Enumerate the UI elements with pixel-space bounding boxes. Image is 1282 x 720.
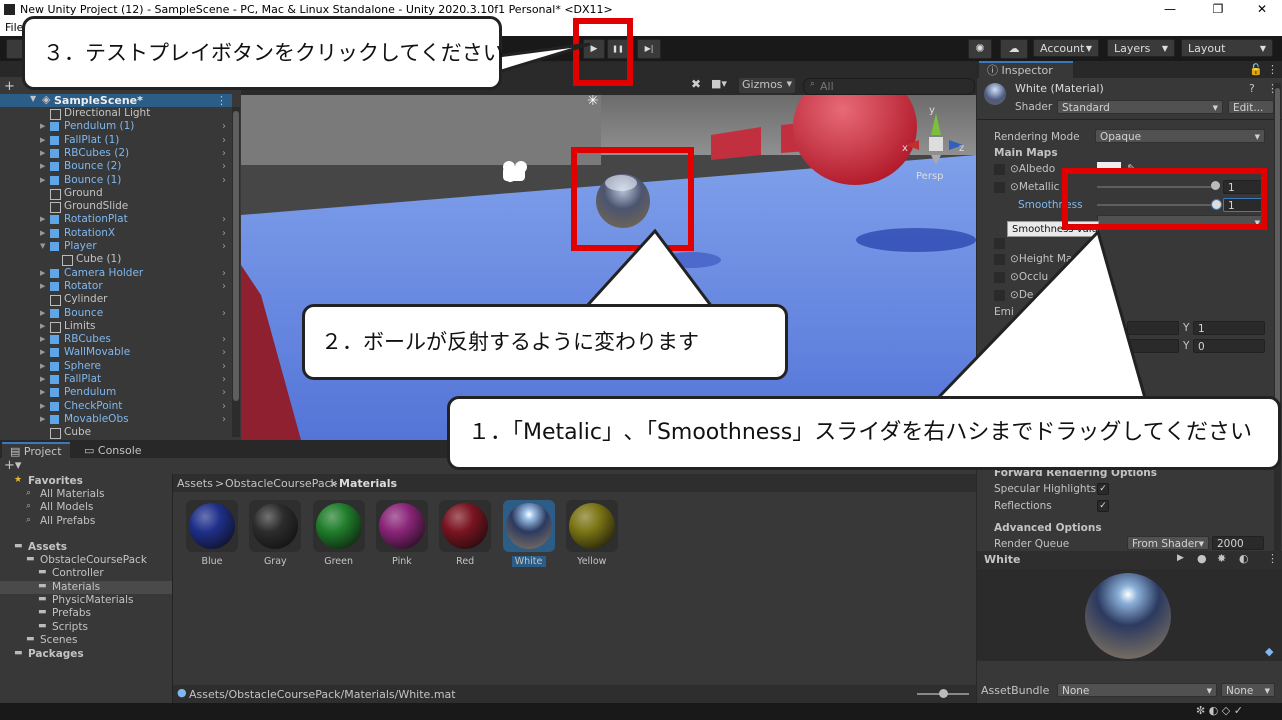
callout-step3: ３．テストプレイボタンをクリックしてください — [22, 16, 504, 90]
callout-step2: ２．ボールが反射するように変わります — [302, 304, 788, 380]
callout-step1: １．「Metalic」､「Smoothness」スライダを右ハシまでドラッグして… — [447, 396, 1281, 470]
